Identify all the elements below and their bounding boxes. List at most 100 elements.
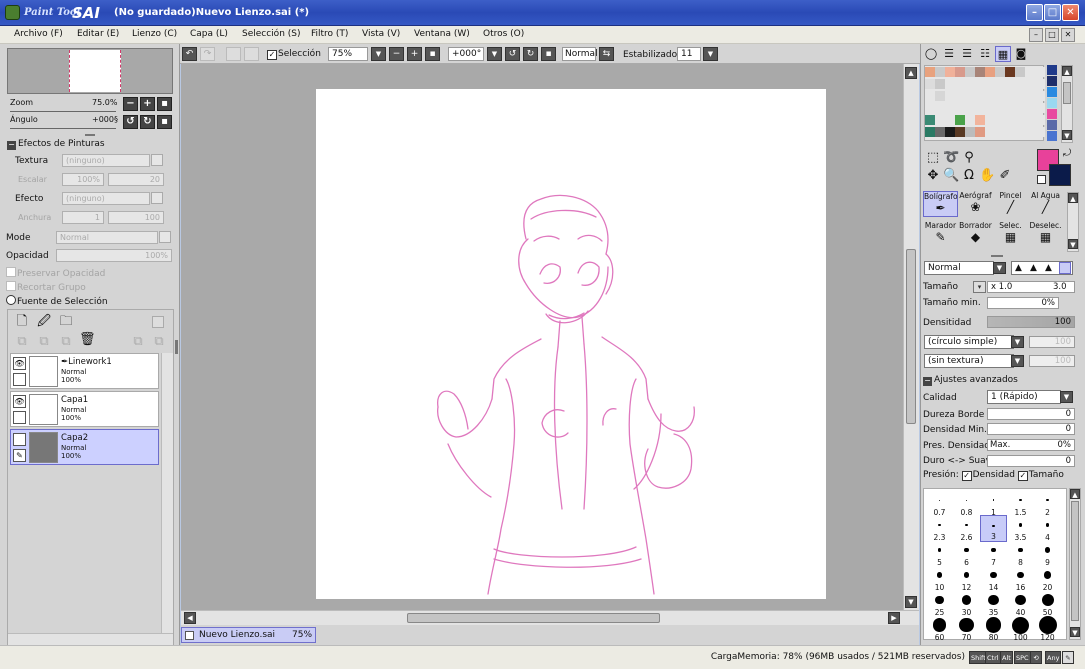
brush-tile-select-brush[interactable]: Selec. ▦ [993,221,1028,247]
swatch-side-column[interactable] [1047,65,1057,141]
flip-view-button[interactable]: ⇆ [599,47,614,61]
color-swatch[interactable] [925,67,935,77]
brush-tile-watercolor[interactable]: Al Agua ╱ [1028,191,1063,217]
zoom-field[interactable]: 75% [328,47,368,61]
blend-mode-select[interactable]: Normal [56,231,158,244]
color-swatch[interactable] [925,103,935,113]
advanced-settings-header[interactable]: − Ajustes avanzados [923,375,1018,386]
color-swatch[interactable] [1005,67,1015,77]
color-swatch[interactable] [935,127,945,137]
move-icon[interactable]: ✥ [925,168,941,184]
rotate-tool-icon[interactable]: Ω [961,168,977,184]
rect-select-icon[interactable]: ⬚ [925,150,941,166]
min-density-slider[interactable]: 0 [987,423,1075,435]
panel-splitter[interactable] [175,340,178,354]
brush-shape-medium-icon[interactable]: ▲ [1030,263,1037,273]
minimize-button[interactable]: – [1026,4,1043,21]
width-num[interactable]: 100 [108,211,164,224]
color-swatches[interactable] [924,65,1045,141]
brush-size-preset[interactable]: 6 [953,540,980,567]
stabilizer-field[interactable]: 11 [677,47,701,61]
brush-size-preset[interactable]: 1 [980,490,1007,517]
color-swatch[interactable] [1015,127,1025,137]
brush-tile-deselect-brush[interactable]: Deselec. ▦ [1028,221,1063,247]
color-swatch[interactable] [975,103,985,113]
brush-size-preset[interactable]: 8 [1007,540,1034,567]
brush-texture-dropdown-icon[interactable]: ▼ [1011,355,1024,367]
brush-size-preset[interactable]: 0.8 [953,490,980,517]
brush-shape-dropdown-icon[interactable]: ▼ [1011,336,1024,348]
color-swatch[interactable] [1015,103,1025,113]
color-swatch[interactable] [1025,103,1035,113]
width-value[interactable]: 1 [62,211,104,224]
zoom-in-button[interactable]: + [407,47,422,61]
color-swatch[interactable] [1035,103,1045,113]
scale-value[interactable]: 100% [62,173,104,186]
color-swatch[interactable] [975,67,985,77]
color-swatch[interactable] [1047,98,1057,108]
mdi-close-button[interactable]: ✕ [1061,28,1075,42]
new-linework-layer-icon[interactable]: 🖉 [36,314,52,330]
scroll-left-icon[interactable]: ◀ [184,612,196,624]
color-swatch[interactable] [1025,115,1035,125]
color-swatch[interactable] [935,103,945,113]
brush-shape-presets[interactable]: ▲ ▲ ▲ [1011,261,1073,275]
color-swatch[interactable] [1047,76,1057,86]
texture-dropdown-icon[interactable] [151,154,163,166]
selection-visible-checkbox[interactable]: ✓ Selección [267,49,321,60]
selection-source-radio[interactable]: Fuente de Selección [6,295,108,307]
menu-archivo[interactable]: Archivo (F) [14,29,63,39]
color-swatch[interactable] [1047,131,1057,141]
opacity-slider[interactable]: 100% [56,249,172,262]
color-swatch[interactable] [1005,79,1015,89]
color-swatch[interactable] [1035,115,1045,125]
zoom-dropdown-icon[interactable]: ▼ [371,47,386,61]
scroll-up-icon[interactable]: ▲ [1068,193,1078,203]
brush-shape-hard-icon[interactable]: ▲ [1045,263,1052,273]
color-swatch[interactable] [925,91,935,101]
color-swatch[interactable] [1035,91,1045,101]
layer-lock-checkbox[interactable] [13,411,26,424]
layer-row[interactable]: 👁 Capa1 Normal 100% [10,391,159,427]
eyedropper-icon[interactable]: ✐ [997,168,1013,184]
drawing-canvas[interactable] [316,89,826,599]
quality-dropdown-icon[interactable]: ▼ [1060,391,1073,403]
color-swatch[interactable] [995,127,1005,137]
rotate-left-button[interactable]: ↺ [123,115,138,129]
density-slider[interactable]: 100 [987,316,1075,328]
zoom-out-button[interactable]: − [123,97,138,111]
color-swatch[interactable] [1005,115,1015,125]
mdi-minimize-button[interactable]: – [1029,28,1043,42]
scroll-down-icon[interactable]: ▼ [1070,627,1080,637]
color-swatch[interactable] [955,103,965,113]
size-scroll-thumb[interactable] [1071,501,1079,621]
color-swatch[interactable] [1005,103,1015,113]
color-swatch[interactable] [925,115,935,125]
pressure-size-checkbox[interactable]: ✓ Tamaño [1017,470,1064,481]
color-swatch[interactable] [955,91,965,101]
brush-tile-marker[interactable]: Marador ✎ [923,221,958,247]
color-swatch[interactable] [975,79,985,89]
min-size-slider[interactable]: 0% [987,297,1059,309]
color-swatch[interactable] [965,67,975,77]
rotate-reset-button[interactable]: ▪ [541,47,556,61]
color-swatch[interactable] [1025,67,1035,77]
brush-scrollbar[interactable]: ▲ ▼ [1067,192,1079,252]
panel-grip[interactable] [991,255,1003,257]
layer-row[interactable]: 👁 ✒Linework1 Normal 100% [10,353,159,389]
brush-size-preset[interactable]: 100 [1007,615,1034,642]
blend-mode-dropdown-icon[interactable] [159,231,171,243]
brush-size-preset[interactable]: 16 [1007,565,1034,592]
brush-size-preset[interactable]: 12 [953,565,980,592]
brush-size-preset[interactable]: 3.5 [1007,515,1034,542]
layer-hscrollbar[interactable] [8,633,173,645]
color-swatch[interactable] [945,67,955,77]
color-swatch[interactable] [1035,67,1045,77]
color-wheel-icon[interactable]: ◯ [923,46,939,62]
swap-colors-icon[interactable]: ⤾ [1059,146,1075,162]
effect-select[interactable]: (ninguno) [62,192,150,205]
paint-effects-header[interactable]: − Efectos de Pinturas [7,139,105,150]
maximize-button[interactable]: □ [1044,4,1061,21]
menu-editar[interactable]: Editar (E) [77,29,119,39]
color-swatch[interactable] [985,103,995,113]
